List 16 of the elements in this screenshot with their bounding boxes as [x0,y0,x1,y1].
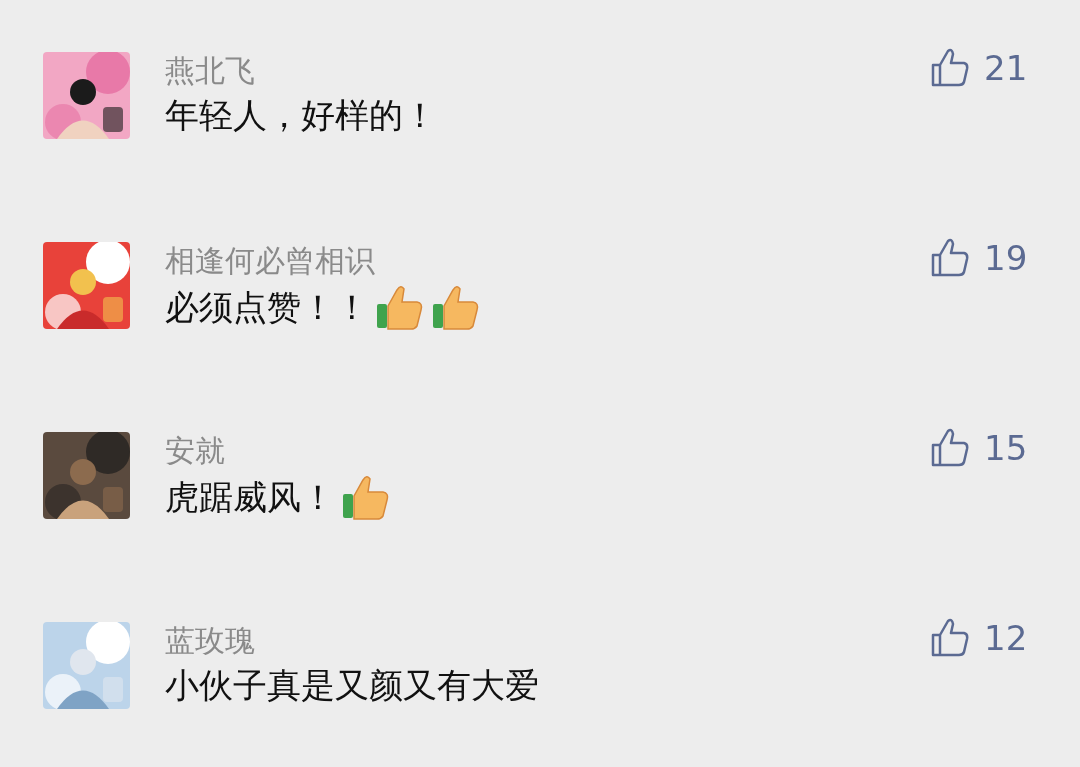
like-icon[interactable] [930,238,970,278]
like-icon[interactable] [930,618,970,658]
comment-text: 年轻人，好样的！ [165,94,437,137]
like-count: 21 [984,48,1028,88]
commenter-name: 安就 [165,432,226,470]
like-count: 12 [984,618,1028,658]
like-icon[interactable] [930,428,970,468]
comment-text: 虎踞威风！ [165,476,335,519]
commenter-name: 相逢何必曾相识 [165,242,376,280]
comment-text: 必须点赞！！ [165,286,369,329]
like-count: 19 [984,238,1028,278]
like-count: 15 [984,428,1028,468]
commenter-name: 蓝玫瑰 [165,622,256,660]
commenter-name: 燕北飞 [165,52,256,90]
like-icon[interactable] [930,48,970,88]
comment-text: 小伙子真是又颜又有大爱 [165,664,539,707]
